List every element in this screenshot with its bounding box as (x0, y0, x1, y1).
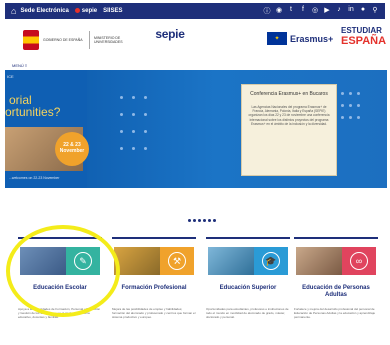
card-photo (208, 247, 254, 275)
graduation-cap-icon: 🎓 (262, 252, 280, 270)
twitter-icon[interactable]: t (287, 6, 295, 16)
sepie-logo-text: sepie (155, 27, 185, 41)
card-title[interactable]: Educación Superior (206, 285, 290, 292)
home-icon[interactable]: ⌂ (11, 6, 16, 16)
eu-flag-icon: ✦ (267, 32, 287, 45)
hero-caption: ...welcomes on 22-23 November (9, 176, 60, 180)
hero-slider[interactable]: ICE orial ortunities? 22 & 23 November .… (5, 70, 387, 188)
card-educacion-superior[interactable]: 🎓 Educación Superior Oportunidades para … (206, 237, 290, 337)
pager-dot[interactable] (208, 219, 211, 222)
sepie-link-label: sepie (81, 8, 98, 15)
card-image: ∞ (296, 247, 376, 275)
pager-dot[interactable] (198, 219, 201, 222)
instagram-icon[interactable]: ◎ (311, 6, 319, 16)
slider-pager[interactable] (188, 219, 216, 222)
sepie-link[interactable]: sepie (74, 7, 98, 15)
conference-info-box[interactable]: Conferencia Erasmus+ en Bucaros Las Agen… (241, 84, 337, 176)
hero-title-line-2: ortunities? (5, 105, 61, 119)
pager-dot[interactable] (188, 219, 191, 222)
youtube-icon[interactable]: ▶ (323, 6, 331, 16)
sede-electronica-link[interactable]: Sede Electrónica (20, 8, 68, 14)
linkedin-icon[interactable]: in (347, 6, 355, 16)
gobierno-de-espana-logo[interactable]: GOBIERNO DE ESPAÑA MINISTERIO DE UNIVERS… (23, 28, 139, 52)
decorative-dots-right (341, 92, 369, 119)
espana-label: ESPAÑA (341, 35, 387, 47)
menu-toggle[interactable]: MENÚ ≡ (12, 63, 27, 68)
top-navigation-bar: ⌂ Sede Electrónica sepie SIISES ⓘ ◉ t f … (5, 3, 385, 19)
card-top-bar (112, 237, 196, 239)
card-top-bar (206, 237, 290, 239)
card-image: 🎓 (208, 247, 288, 275)
hero-slide-left[interactable]: ICE orial ortunities? 22 & 23 November .… (5, 70, 89, 188)
hero-topics: ICE (7, 74, 14, 79)
pager-dot[interactable] (193, 219, 196, 222)
card-description: Fortalece y mejora del desarrollo profes… (294, 307, 376, 319)
sepie-logo[interactable]: sepie (151, 27, 189, 53)
flickr-icon[interactable]: ● (359, 6, 367, 16)
card-icon-panel: ⚒ (160, 247, 194, 275)
site-header: GOBIERNO DE ESPAÑA MINISTERIO DE UNIVERS… (5, 19, 387, 67)
erasmus-plus-logo[interactable]: ✦ Erasmus+ (267, 32, 333, 45)
social-icons: ⓘ ◉ t f ◎ ▶ ♪ in ● ⚲ (263, 6, 379, 16)
pager-dot[interactable] (213, 219, 216, 222)
rss-icon[interactable]: ◉ (275, 6, 283, 16)
tiktok-icon[interactable]: ♪ (335, 6, 343, 16)
conference-title: Conferencia Erasmus+ en Bucaros (250, 91, 328, 97)
facebook-icon[interactable]: f (299, 6, 307, 16)
card-photo (114, 247, 160, 275)
pager-dot[interactable] (203, 219, 206, 222)
card-top-bar (294, 237, 378, 239)
tools-icon: ⚒ (168, 252, 186, 270)
ministerio-label: MINISTERIO DE UNIVERSIDADES (94, 36, 123, 44)
card-formacion-profesional[interactable]: ⚒ Formación Profesional Mejora de las po… (112, 237, 196, 337)
card-icon-panel: ∞ (342, 247, 376, 275)
card-photo (296, 247, 342, 275)
decorative-dots (120, 96, 156, 150)
yellow-highlight-circle (6, 225, 120, 317)
card-educacion-personas-adultas[interactable]: ∞ Educación de Personas Adultas Fortalec… (294, 237, 378, 337)
card-icon-panel: 🎓 (254, 247, 288, 275)
search-icon[interactable]: ⚲ (371, 6, 379, 16)
conference-body: Las Agencias Nacionales del programa Era… (248, 105, 330, 126)
card-title[interactable]: Educación de Personas Adultas (294, 285, 378, 299)
card-description: Mejora de las posibilidades de empleo y … (112, 307, 196, 319)
gobierno-label: GOBIERNO DE ESPAÑA (43, 38, 83, 42)
card-description: Oportunidades para estudiantes, profesor… (206, 307, 289, 319)
info-icon[interactable]: ⓘ (263, 6, 271, 16)
spain-shield-icon (23, 30, 39, 50)
card-title[interactable]: Formación Profesional (112, 285, 196, 292)
hero-date-badge: 22 & 23 November (55, 132, 89, 166)
card-image: ⚒ (114, 247, 194, 275)
logo-divider (89, 31, 90, 49)
glasses-icon: ∞ (350, 252, 368, 270)
erasmus-plus-label: Erasmus+ (290, 33, 334, 44)
estudiar-en-espana-logo[interactable]: ESTUDIAR ESPAÑA (341, 25, 387, 47)
sepie-dot-icon (74, 7, 80, 13)
siises-link[interactable]: SIISES (103, 8, 122, 14)
